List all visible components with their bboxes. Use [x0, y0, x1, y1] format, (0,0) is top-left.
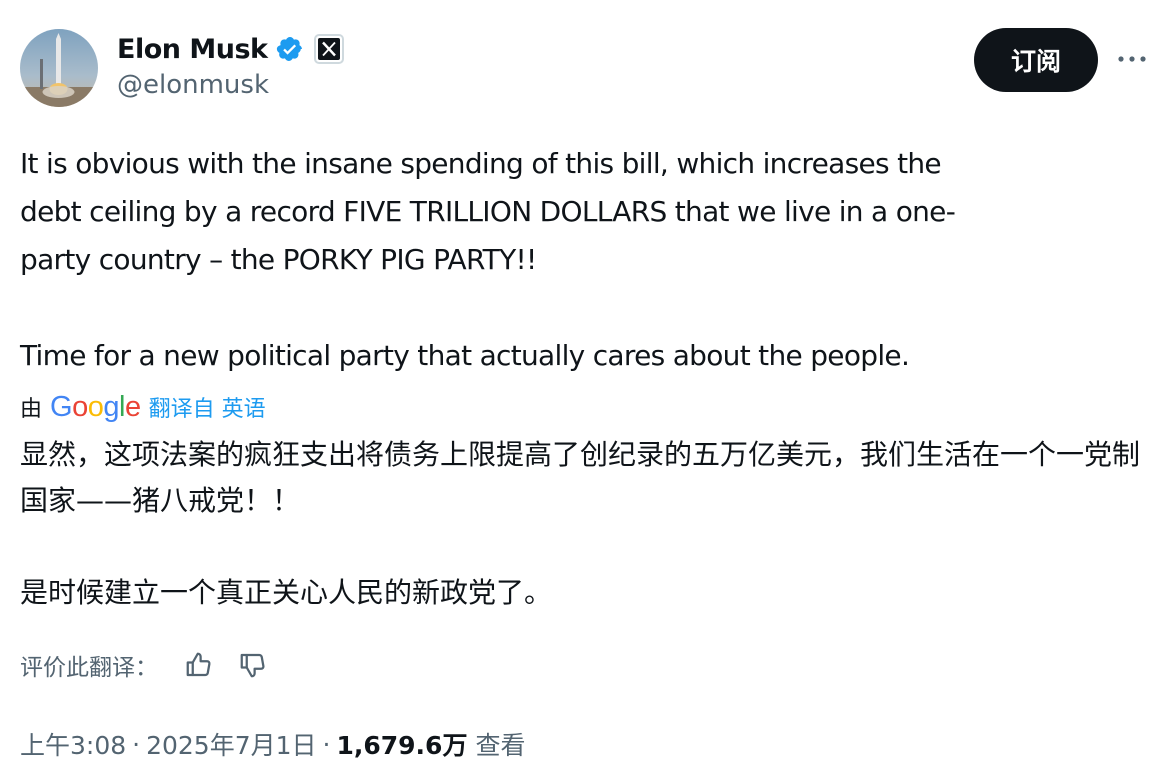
tweet-meta: 上午3:08 · 2025年7月1日 · 1,679.6万 查看 [20, 724, 525, 764]
avatar[interactable] [20, 29, 98, 107]
author-handle[interactable]: @elonmusk [117, 70, 269, 100]
tweet-time[interactable]: 上午3:08 [20, 726, 126, 762]
google-logo: Google [50, 390, 141, 423]
rate-translation-row: 评价此翻译： [20, 645, 268, 685]
tweet-paragraph-2: Time for a new political party that actu… [20, 339, 910, 372]
meta-separator: · [132, 729, 141, 759]
more-options-icon[interactable] [1112, 44, 1152, 74]
translated-from-link[interactable]: 翻译自 英语 [149, 391, 266, 423]
thumbs-up-icon[interactable] [184, 650, 214, 680]
translation-attribution: 由 Google 翻译自 英语 [20, 387, 266, 427]
verified-badge-icon[interactable] [276, 35, 304, 63]
tweet-paragraph-1: It is obvious with the insane spending o… [20, 147, 956, 276]
rate-translation-label: 评价此翻译： [20, 655, 158, 681]
tweet-text: It is obvious with the insane spending o… [20, 140, 1140, 380]
x-logo-icon[interactable] [313, 34, 344, 64]
thumbs-down-icon[interactable] [238, 650, 268, 680]
views-count: 1,679.6万 [336, 731, 468, 760]
subscribe-button[interactable]: 订阅 [974, 28, 1098, 92]
meta-separator: · [322, 729, 331, 759]
author-name-row: Elon Musk [117, 30, 344, 68]
translated-text: 显然，这项法案的疯狂支出将债务上限提高了创纪录的五万亿美元，我们生活在一个一党制… [20, 432, 1150, 616]
views-label: 查看 [475, 731, 526, 760]
translation-paragraph-2: 是时候建立一个真正关心人民的新政党了。 [20, 576, 553, 609]
author-display-name[interactable]: Elon Musk [117, 34, 268, 65]
translated-by-label: 由 [20, 397, 43, 422]
translation-paragraph-1: 显然，这项法案的疯狂支出将债务上限提高了创纪录的五万亿美元，我们生活在一个一党制… [20, 438, 1141, 517]
tweet-date[interactable]: 2025年7月1日 [146, 726, 316, 762]
